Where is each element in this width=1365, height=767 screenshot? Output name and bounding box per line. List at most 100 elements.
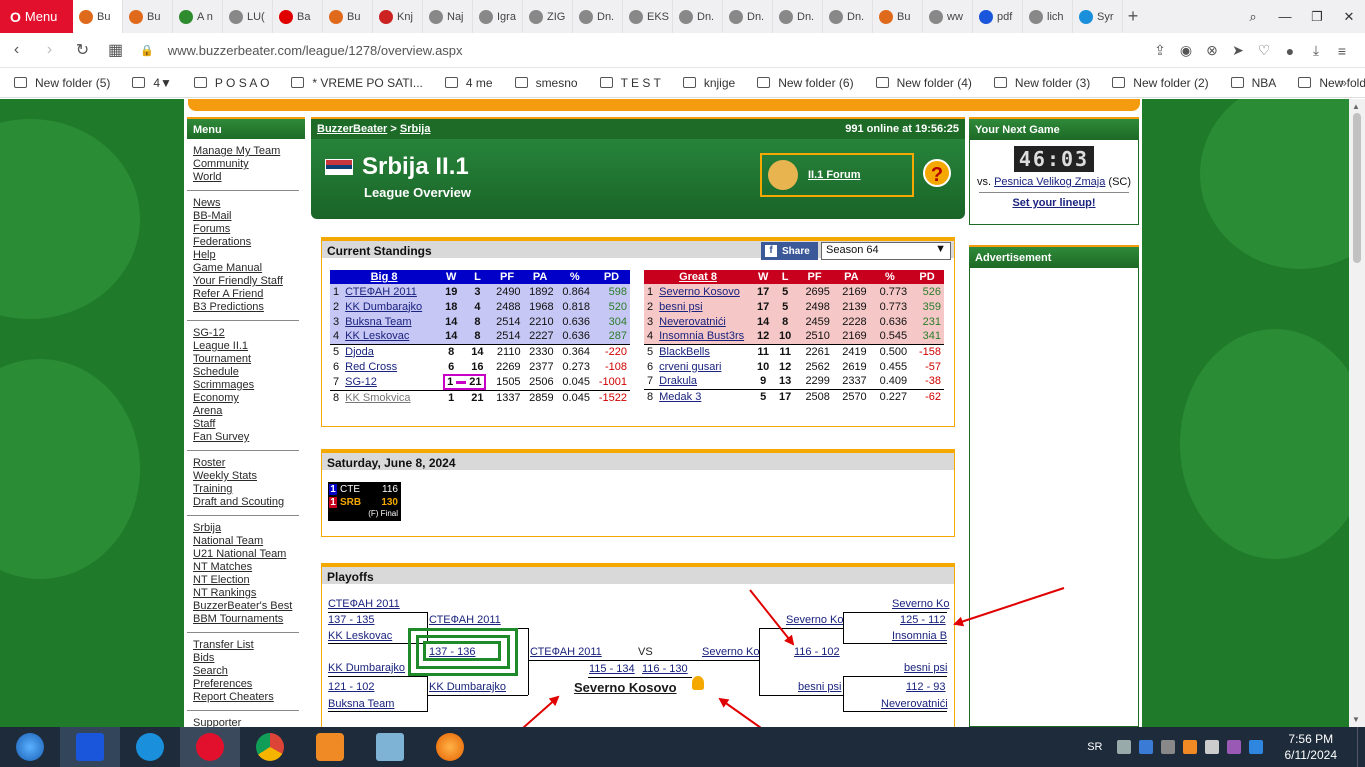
menu-item[interactable]: Arena: [187, 405, 299, 418]
taskbar-clock[interactable]: 7:56 PM 6/11/2024: [1285, 731, 1338, 763]
menu-item[interactable]: Schedule: [187, 366, 299, 379]
bracket-team[interactable]: Neverovatnići: [881, 698, 948, 710]
browser-tab[interactable]: Naj: [423, 0, 473, 33]
menu-item[interactable]: Preferences: [187, 678, 299, 691]
menu-item[interactable]: Srbija: [187, 522, 299, 535]
conference-link[interactable]: Great 8: [679, 271, 717, 283]
game-scorebox[interactable]: 1 CTE 116 1 SRB 130 (F) Final: [328, 482, 401, 521]
taskbar-media-player[interactable]: [300, 727, 360, 767]
taskbar-notes[interactable]: [360, 727, 420, 767]
menu-item[interactable]: SG-12: [187, 327, 299, 340]
team-link[interactable]: KK Smokvica: [345, 392, 410, 404]
browser-tab[interactable]: A n: [173, 0, 223, 33]
bookmark-folder[interactable]: New folder (1): [1298, 76, 1365, 90]
bracket-team[interactable]: KK Dumbarajko: [429, 681, 506, 693]
team-link[interactable]: Insomnia Bust3rs: [659, 330, 744, 342]
bracket-team[interactable]: СТЕФАН 2011: [429, 614, 501, 626]
bracket-score[interactable]: 116 - 102: [794, 646, 840, 658]
browser-tab[interactable]: Igra: [473, 0, 523, 33]
browser-tab[interactable]: Dn.: [723, 0, 773, 33]
taskbar-opera[interactable]: [180, 727, 240, 767]
heart-icon[interactable]: ♡: [1251, 42, 1277, 59]
bookmark-folder[interactable]: knjige: [682, 76, 735, 90]
bookmark-folder[interactable]: New folder (5): [14, 76, 110, 90]
league-forum-link[interactable]: II.1 Forum: [808, 169, 861, 181]
bracket-team[interactable]: KK Dumbarajko: [328, 662, 405, 674]
menu-item[interactable]: Search: [187, 665, 299, 678]
breadcrumb-site-link[interactable]: BuzzerBeater: [317, 123, 387, 135]
taskbar-chrome[interactable]: [240, 727, 300, 767]
team-link[interactable]: SG-12: [345, 376, 377, 388]
page-scrollbar[interactable]: ▲ ▼: [1349, 99, 1365, 727]
browser-tab[interactable]: Bu: [73, 0, 123, 33]
opera-menu-button[interactable]: O Menu: [0, 0, 73, 33]
language-indicator[interactable]: SR: [1087, 741, 1102, 753]
conference-name[interactable]: Big 8: [330, 270, 439, 284]
menu-item[interactable]: World: [187, 171, 299, 184]
tray-app-icon[interactable]: [1248, 740, 1263, 754]
bookmark-folder[interactable]: * VREME PO SATI...: [291, 76, 423, 90]
menu-item[interactable]: Roster: [187, 457, 299, 470]
profile-icon[interactable]: ●: [1277, 43, 1303, 59]
search-tabs-icon[interactable]: ⌕: [1237, 9, 1269, 25]
browser-tab[interactable]: lich: [1023, 0, 1073, 33]
bookmark-folder[interactable]: NBA: [1230, 76, 1276, 90]
team-link[interactable]: besni psi: [659, 301, 702, 313]
start-button[interactable]: [0, 727, 60, 767]
browser-tab[interactable]: LU(: [223, 0, 273, 33]
menu-item[interactable]: Tournament: [187, 353, 299, 366]
browser-tab[interactable]: ZIG: [523, 0, 573, 33]
final-score[interactable]: 115 - 134: [589, 663, 635, 675]
forward-arrow-icon[interactable]: ›: [33, 41, 66, 59]
bracket-score[interactable]: 112 - 93: [906, 681, 946, 693]
bookmark-folder[interactable]: T E S T: [599, 76, 661, 90]
menu-item[interactable]: Transfer List: [187, 639, 299, 652]
taskbar-ie[interactable]: [120, 727, 180, 767]
network-signal-icon[interactable]: [1116, 740, 1131, 754]
browser-tab[interactable]: Knj: [373, 0, 423, 33]
team-link[interactable]: crveni gusari: [659, 361, 721, 373]
bracket-team[interactable]: СТЕФАН 2011: [530, 646, 602, 658]
team-link[interactable]: Djoda: [345, 346, 374, 358]
bookmark-folder[interactable]: smesno: [514, 76, 578, 90]
breadcrumb-country-link[interactable]: Srbija: [400, 123, 431, 135]
menu-item[interactable]: Supporter: [187, 717, 299, 727]
menu-item[interactable]: Scrimmages: [187, 379, 299, 392]
menu-item[interactable]: Fan Survey: [187, 431, 299, 444]
menu-item[interactable]: BBM Tournaments: [187, 613, 299, 626]
team-link[interactable]: СТЕФАН 2011: [345, 286, 417, 298]
menu-item[interactable]: U21 National Team: [187, 548, 299, 561]
menu-item[interactable]: Your Friendly Staff: [187, 275, 299, 288]
tray-app-icon[interactable]: [1160, 740, 1175, 754]
menu-item[interactable]: Refer A Friend: [187, 288, 299, 301]
bracket-score[interactable]: 137 - 135: [328, 614, 374, 626]
browser-tab[interactable]: Bu: [873, 0, 923, 33]
reload-icon[interactable]: ↻: [66, 40, 99, 60]
menu-item[interactable]: Federations: [187, 236, 299, 249]
browser-tab[interactable]: Syr: [1073, 0, 1123, 33]
team-link[interactable]: Red Cross: [345, 361, 397, 373]
browser-tab[interactable]: Bu: [323, 0, 373, 33]
scrollbar-thumb[interactable]: [1353, 113, 1361, 263]
tray-app-icon[interactable]: [1138, 740, 1153, 754]
bracket-team[interactable]: Buksna Team: [328, 698, 394, 710]
bookmark-folder[interactable]: New folder (3): [993, 76, 1090, 90]
menu-item[interactable]: Game Manual: [187, 262, 299, 275]
bracket-team[interactable]: СТЕФАН 2011: [328, 598, 400, 610]
set-lineup-link[interactable]: Set your lineup!: [1012, 197, 1095, 209]
browser-tab[interactable]: Dn.: [823, 0, 873, 33]
tabs-grid-icon[interactable]: ▦: [99, 40, 132, 60]
bracket-team[interactable]: besni psi: [904, 662, 947, 674]
bookmark-folder[interactable]: New folder (6): [757, 76, 854, 90]
browser-tab[interactable]: pdf: [973, 0, 1023, 33]
menu-item[interactable]: Draft and Scouting: [187, 496, 299, 509]
conference-name[interactable]: Great 8: [644, 270, 753, 284]
team-link[interactable]: Drakula: [659, 375, 697, 387]
menu-item[interactable]: NT Election: [187, 574, 299, 587]
team-link[interactable]: BlackBells: [659, 346, 710, 358]
restore-icon[interactable]: ❐: [1301, 9, 1333, 25]
menu-item[interactable]: Community: [187, 158, 299, 171]
volume-icon[interactable]: [1204, 740, 1219, 754]
team-link[interactable]: Medak 3: [659, 391, 701, 403]
browser-tab[interactable]: Ba: [273, 0, 323, 33]
